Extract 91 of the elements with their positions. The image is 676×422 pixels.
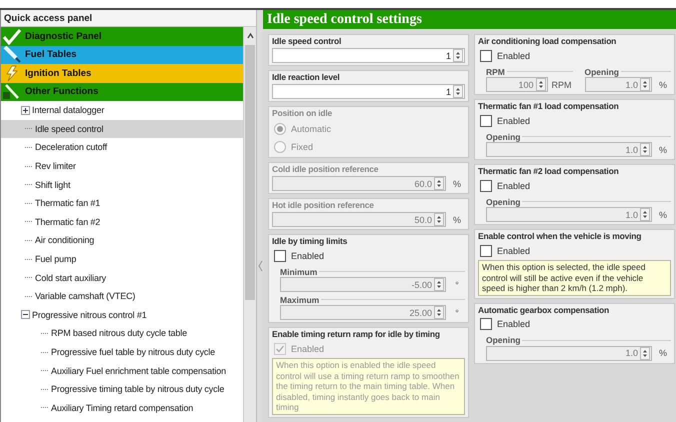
unit-label: % <box>452 214 462 224</box>
field-label: Opening <box>584 66 619 76</box>
spin-arrows-icon[interactable] <box>453 49 463 62</box>
field-label: Minimum <box>280 266 318 276</box>
unit-label: % <box>658 210 668 220</box>
tree-item[interactable]: Internal datalogger <box>1 101 243 120</box>
group-title: Idle reaction level <box>272 72 341 83</box>
wand-icon <box>2 83 22 100</box>
number-field[interactable]: 100 <box>486 77 548 92</box>
enabled-checkbox[interactable]: Enabled <box>478 113 671 128</box>
unit-label: % <box>658 348 668 358</box>
unit-label: ° <box>454 280 460 290</box>
field-label: Maximum <box>280 294 320 304</box>
group-title: Air conditioning load compensation <box>478 36 618 47</box>
number-field[interactable]: 1.0 <box>486 142 652 157</box>
spin-arrows-icon[interactable] <box>434 177 444 190</box>
field-label: RPM <box>486 66 505 76</box>
tree-item[interactable]: Deceleration cutoff <box>1 138 243 157</box>
scrollbar[interactable] <box>243 27 256 422</box>
spin-arrows-icon[interactable] <box>453 85 463 98</box>
spin-arrows-icon[interactable] <box>640 78 650 91</box>
enabled-checkbox[interactable]: Enabled <box>478 316 671 332</box>
enabled-checkbox[interactable]: Enabled <box>478 243 671 258</box>
group-title: Thermatic fan #1 load compensation <box>478 101 620 112</box>
unit-label: % <box>658 80 668 90</box>
number-field[interactable]: -5.00 <box>280 277 446 292</box>
number-field[interactable]: 1.0 <box>584 77 652 92</box>
tree-item[interactable]: Thermatic fan #1 <box>1 194 243 213</box>
tree-item[interactable]: Progressive fuel table by nitrous duty cycle <box>1 342 243 362</box>
tree-item[interactable]: Thermatic fan #2 <box>1 212 243 232</box>
group-title: Enable control when the vehicle is moving <box>478 231 642 242</box>
tree-item[interactable]: Shift light <box>1 175 243 194</box>
tree-item[interactable]: Fuel pump <box>1 250 243 268</box>
checkbox-icon[interactable] <box>480 318 492 330</box>
group-title: Thermatic fan #2 load compensation <box>478 166 620 177</box>
category-bar[interactable]: Diagnostic Panel <box>1 27 243 46</box>
info-note: When this option is enabled the idle speed control will use a timing return ramp to smoothen the timing return to the main timing table. When disabled, timing instantly goes back to main timing <box>272 358 465 414</box>
checkbox-icon[interactable] <box>480 180 492 192</box>
category-bar[interactable]: Ignition Tables <box>1 64 243 82</box>
number-field[interactable]: 1.0 <box>486 346 652 360</box>
tree-item[interactable]: Variable camshaft (VTEC) <box>1 286 243 306</box>
group-title: Idle by timing limits <box>272 236 348 247</box>
checkbox-icon[interactable] <box>480 244 492 256</box>
group-title: Cold idle position reference <box>272 164 380 175</box>
panel-title: Quick access panel <box>1 10 256 27</box>
field-label: Opening <box>486 132 520 142</box>
category-bar[interactable]: Other Functions <box>1 82 243 101</box>
checkbox-icon[interactable] <box>274 250 286 262</box>
unit-label: ° <box>454 308 460 318</box>
enabled-checkbox[interactable]: Enabled <box>478 178 671 193</box>
tree-item[interactable]: Progressive timing table by nitrous duty cycle <box>1 380 243 398</box>
tree-item[interactable]: Cold start auxiliary <box>1 268 243 287</box>
group-title: Idle speed control <box>272 36 342 47</box>
checkbox-icon[interactable] <box>480 114 492 126</box>
tree-item[interactable]: Air conditioning <box>1 231 243 250</box>
spin-arrows-icon[interactable] <box>434 278 444 291</box>
number-field[interactable]: 25.00 <box>280 305 446 320</box>
settings-header: Idle speed control settings <box>263 10 676 29</box>
group-title: Position on idle <box>272 108 334 119</box>
unit-label: % <box>658 144 668 154</box>
unit-label: % <box>452 178 462 188</box>
group-title: Hot idle position reference <box>272 200 375 211</box>
category-bar[interactable]: Fuel Tables <box>1 46 243 64</box>
number-field[interactable]: 1.0 <box>486 207 652 222</box>
spin-arrows-icon[interactable] <box>434 213 444 226</box>
field-label: Opening <box>486 335 520 345</box>
spin-arrows-icon[interactable] <box>536 78 546 91</box>
spin-arrows-icon[interactable] <box>640 208 650 221</box>
tree-item[interactable]: Progressive nitrous control #1 <box>1 306 243 324</box>
tree-item[interactable]: Auxiliary Timing retard compensation <box>1 398 243 418</box>
spin-arrows-icon[interactable] <box>434 306 444 319</box>
tree-item[interactable]: Auxiliary Fuel enrichment table compensation <box>1 361 243 380</box>
spin-arrows-icon[interactable] <box>640 346 650 360</box>
group-title: Enable timing return ramp for idle by timing <box>272 329 441 340</box>
collapse-icon[interactable] <box>21 310 30 320</box>
number-field[interactable]: 1 <box>272 84 465 99</box>
unit-label: RPM <box>550 80 572 90</box>
expand-icon[interactable] <box>21 106 30 115</box>
checkbox-icon[interactable] <box>480 50 492 62</box>
enabled-checkbox[interactable]: Enabled <box>478 48 671 63</box>
number-field[interactable]: 1 <box>272 48 465 63</box>
tree-item[interactable]: RPM based nitrous duty cycle table <box>1 324 243 343</box>
enabled-checkbox[interactable]: Enabled <box>272 248 465 263</box>
checkmark-icon <box>2 28 22 45</box>
tree-item[interactable]: Idle speed control <box>1 120 243 138</box>
info-note: When this option is selected, the idle speed control will still be active even if the vehicle speed is higher than 2 km/h (1.2 mph). <box>478 260 671 296</box>
group-title: Automatic gearbox compensation <box>478 304 610 316</box>
tree-item[interactable]: Rev limiter <box>1 156 243 176</box>
injector-icon <box>2 46 22 64</box>
spin-arrows-icon[interactable] <box>640 143 650 156</box>
field-label: Opening <box>486 196 520 206</box>
